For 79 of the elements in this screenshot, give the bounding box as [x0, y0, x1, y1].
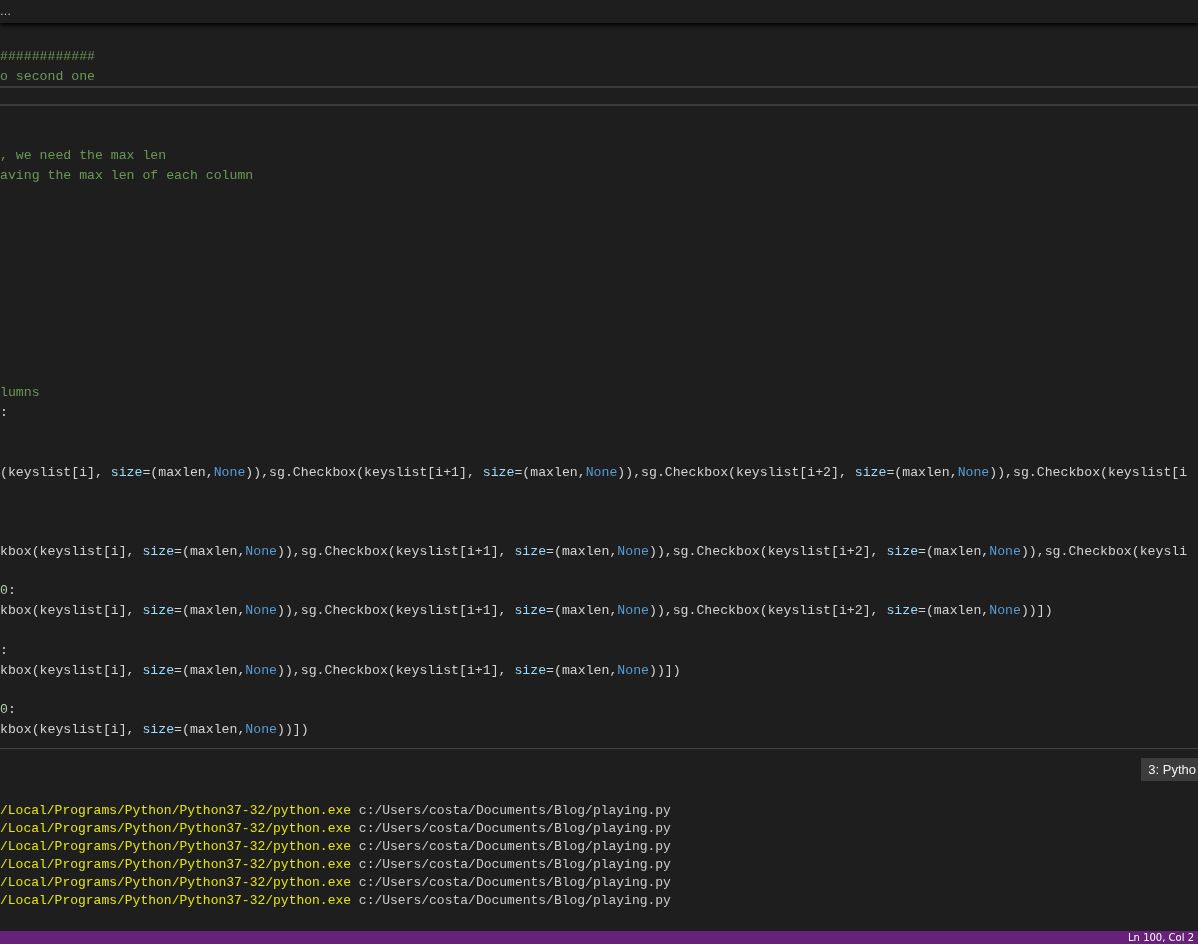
code-text: =(maxlen, — [886, 464, 958, 480]
code-keyword: None — [245, 662, 277, 678]
terminal-argument: c:/Users/costa/Documents/Blog/playing.py — [358, 857, 671, 872]
breadcrumb-ellipsis[interactable]: … — [0, 4, 11, 19]
code-keyword: None — [617, 662, 649, 678]
code-text: =(maxlen, — [546, 543, 618, 559]
code-keyword: None — [617, 603, 649, 619]
code-comment: lumns — [0, 385, 40, 401]
code-text: )),sg.Checkbox(keysli — [1020, 543, 1188, 559]
code-text: =(maxlen, — [142, 464, 214, 480]
code-comment: aving the max len of each column — [0, 167, 254, 183]
code-text: =(maxlen, — [918, 603, 990, 619]
code-keyword: None — [957, 464, 990, 480]
code-keyword: None — [213, 464, 246, 480]
code-text: =(maxlen, — [174, 603, 246, 619]
code-text: : — [0, 405, 8, 421]
cursor-position[interactable]: Ln 100, Col 2 — [1128, 931, 1198, 944]
code-text: ))]) — [648, 662, 681, 678]
terminal-command: /Local/Programs/Python/Python37-32/python.exe — [0, 875, 352, 890]
code-parameter: size — [854, 464, 887, 480]
terminal-argument: c:/Users/costa/Documents/Blog/playing.py — [358, 803, 671, 818]
code-text: =(maxlen, — [918, 543, 990, 559]
code-parameter: size — [142, 543, 175, 559]
code-text: : — [7, 702, 16, 718]
code-text: )),sg.Checkbox(keyslist[i — [989, 464, 1188, 480]
terminal-argument: c:/Users/costa/Documents/Blog/playing.py — [358, 839, 671, 854]
code-text: ))]) — [1020, 603, 1053, 619]
code-text: )),sg.Checkbox(keyslist[i+1], — [277, 662, 508, 678]
terminal-selector[interactable]: 3: Pytho — [1141, 758, 1198, 781]
code-text: : — [0, 642, 8, 658]
code-keyword: None — [989, 603, 1021, 619]
code-keyword: None — [585, 464, 618, 480]
code-text: =(maxlen, — [546, 662, 618, 678]
code-text: =(maxlen, — [546, 603, 618, 619]
code-text: kbox(keyslist[i], — [0, 721, 136, 737]
code-parameter: size — [142, 721, 175, 737]
terminal-command: /Local/Programs/Python/Python37-32/python.exe — [0, 803, 352, 818]
terminal-command: /Local/Programs/Python/Python37-32/python.exe — [0, 821, 352, 836]
code-comment: , we need the max len — [0, 147, 167, 163]
code-parameter: size — [142, 662, 175, 678]
code-comment: o second one — [0, 68, 95, 84]
code-text: =(maxlen, — [174, 721, 246, 737]
code-parameter: size — [482, 464, 515, 480]
code-text: )),sg.Checkbox(keyslist[i+2], — [648, 543, 880, 559]
terminal-command: /Local/Programs/Python/Python37-32/python.exe — [0, 857, 352, 872]
code-text: )),sg.Checkbox(keyslist[i+1], — [277, 603, 508, 619]
code-parameter: size — [142, 603, 175, 619]
code-text: kbox(keyslist[i], — [0, 603, 136, 619]
code-text: =(maxlen, — [174, 543, 246, 559]
terminal-command: /Local/Programs/Python/Python37-32/python.exe — [0, 839, 352, 854]
code-parameter: size — [514, 543, 547, 559]
code-keyword: None — [617, 543, 649, 559]
code-text: =(maxlen, — [174, 662, 246, 678]
code-parameter: size — [886, 543, 919, 559]
code-comment: ############ — [0, 48, 95, 64]
code-text: )),sg.Checkbox(keyslist[i+2], — [617, 464, 848, 480]
code-text: (keyslist[i], — [0, 464, 104, 480]
terminal-command: /Local/Programs/Python/Python37-32/python.exe — [0, 893, 352, 908]
terminal-argument: c:/Users/costa/Documents/Blog/playing.py — [358, 893, 671, 908]
code-number: 0 — [0, 702, 8, 718]
code-text: : — [7, 583, 16, 599]
code-text: kbox(keyslist[i], — [0, 543, 136, 559]
code-parameter: size — [514, 662, 547, 678]
code-parameter: size — [110, 464, 143, 480]
code-text: =(maxlen, — [514, 464, 586, 480]
code-keyword: None — [989, 543, 1021, 559]
code-text: kbox(keyslist[i], — [0, 662, 136, 678]
code-text: )),sg.Checkbox(keyslist[i+1], — [277, 543, 508, 559]
terminal-argument: c:/Users/costa/Documents/Blog/playing.py — [358, 821, 671, 836]
code-keyword: None — [245, 721, 277, 737]
code-parameter: size — [514, 603, 547, 619]
code-text: )),sg.Checkbox(keyslist[i+1], — [245, 464, 476, 480]
terminal-argument: c:/Users/costa/Documents/Blog/playing.py — [358, 875, 671, 890]
code-keyword: None — [245, 603, 277, 619]
code-parameter: size — [886, 603, 919, 619]
code-keyword: None — [245, 543, 277, 559]
code-text: )),sg.Checkbox(keyslist[i+2], — [648, 603, 880, 619]
code-text: ))]) — [277, 721, 309, 737]
code-number: 0 — [0, 583, 8, 599]
